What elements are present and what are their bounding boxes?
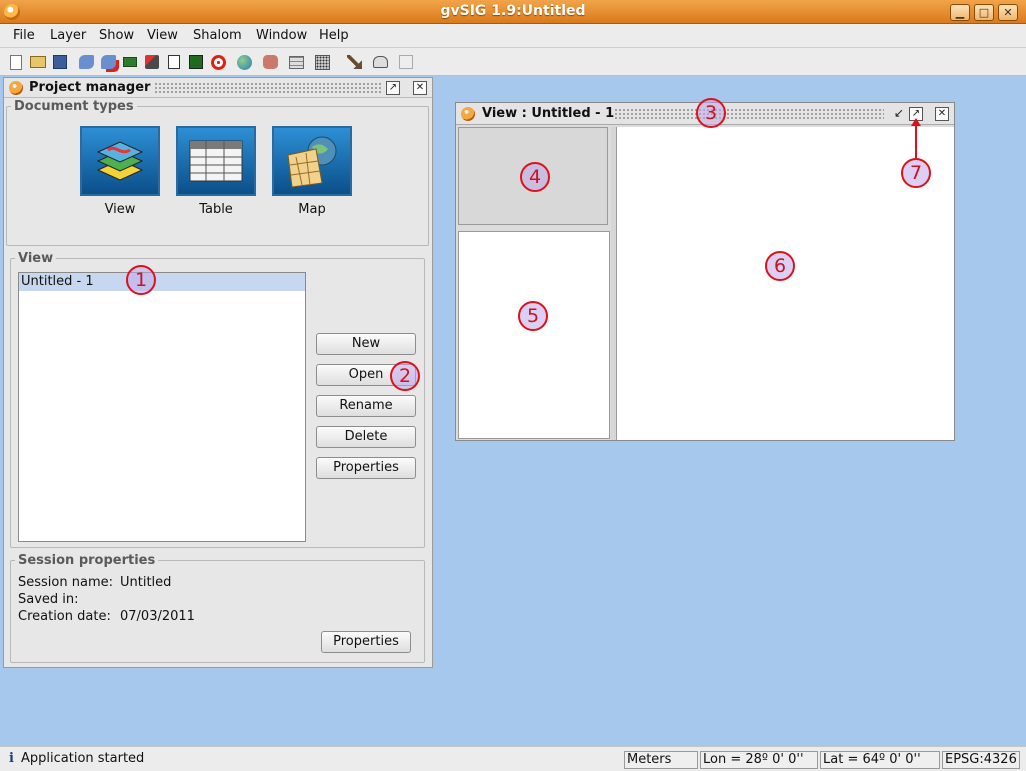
- add-layer-icon[interactable]: [76, 52, 96, 72]
- tools-icon[interactable]: [260, 52, 280, 72]
- view-document-list[interactable]: Untitled - 1: [18, 272, 306, 542]
- brush-icon[interactable]: [142, 52, 162, 72]
- target-icon[interactable]: [208, 52, 228, 72]
- saved-in-row: Saved in:: [18, 592, 79, 607]
- doc-type-view[interactable]: View: [80, 126, 160, 217]
- callout-5: 5: [518, 301, 548, 331]
- gvsig-logo-icon: [461, 107, 475, 121]
- saved-in-label: Saved in:: [18, 592, 79, 607]
- map-doc-icon: [272, 126, 352, 196]
- minimize-button[interactable]: ▁: [950, 4, 970, 21]
- callout-7: 7: [901, 158, 931, 188]
- creation-date-value: 07/03/2011: [120, 609, 195, 624]
- menu-layer[interactable]: Layer: [50, 28, 86, 43]
- maximize-button[interactable]: □: [974, 4, 994, 21]
- menu-bar: File Layer Show View Shalom Window Help: [0, 24, 1026, 48]
- session-properties-legend: Session properties: [18, 553, 156, 568]
- menu-view[interactable]: View: [147, 28, 178, 43]
- units-readout: Meters: [624, 751, 698, 769]
- project-manager-header[interactable]: Project manager ↗ ✕: [4, 78, 432, 98]
- new-project-icon[interactable]: [6, 52, 26, 72]
- menu-window[interactable]: Window: [256, 28, 307, 43]
- callout-1: 1: [126, 265, 156, 295]
- info-icon: i: [9, 751, 14, 766]
- view-window-title: View : Untitled - 1: [482, 106, 615, 121]
- remove-layer-icon[interactable]: [98, 52, 118, 72]
- open-project-icon[interactable]: [28, 52, 48, 72]
- creation-date-row: Creation date: 07/03/2011: [18, 609, 195, 624]
- status-bar: i Application started Meters Lon = 28º 0…: [0, 746, 1026, 771]
- view-documents-legend: View: [18, 251, 54, 266]
- delete-button[interactable]: Delete: [316, 426, 416, 448]
- close-panel-icon[interactable]: ✕: [413, 81, 427, 95]
- rename-button[interactable]: Rename: [316, 395, 416, 417]
- grid-icon[interactable]: [312, 52, 332, 72]
- doc-type-table[interactable]: Table: [176, 126, 256, 217]
- menu-shalom[interactable]: Shalom: [193, 28, 242, 43]
- menu-file[interactable]: File: [13, 28, 35, 43]
- creation-date-label: Creation date:: [18, 609, 111, 624]
- edit-icon[interactable]: [164, 52, 184, 72]
- minimize-icon: ▁: [955, 6, 965, 19]
- session-properties-button[interactable]: Properties: [321, 631, 411, 653]
- preview-icon[interactable]: [370, 52, 390, 72]
- project-manager-title: Project manager: [29, 80, 151, 95]
- window-title: gvSIG 1.9:Untitled: [440, 3, 586, 19]
- callout-arrow: [911, 118, 921, 158]
- close-view-icon[interactable]: ✕: [935, 107, 949, 121]
- shrink-icon[interactable]: ↙: [892, 107, 906, 121]
- terminal-icon[interactable]: [186, 52, 206, 72]
- close-window-button[interactable]: ✕: [998, 4, 1018, 21]
- callout-3: 3: [696, 98, 726, 128]
- session-name-value: Untitled: [120, 575, 172, 590]
- document-types-legend: Document types: [14, 99, 134, 114]
- panel-drag-grip[interactable]: [154, 82, 382, 94]
- callout-6: 6: [765, 251, 795, 281]
- latitude-readout: Lat = 64º 0' 0'': [820, 751, 940, 769]
- properties-button[interactable]: Properties: [316, 457, 416, 479]
- window-drag-grip[interactable]: [614, 108, 884, 120]
- gvsig-logo-icon: [9, 81, 23, 95]
- save-project-icon[interactable]: [50, 52, 70, 72]
- doc-type-map-label: Map: [298, 202, 326, 217]
- maximize-icon: □: [978, 6, 990, 19]
- session-name-row: Session name: Untitled: [18, 575, 171, 590]
- undock-icon[interactable]: ↗: [386, 81, 400, 95]
- list-item[interactable]: Untitled - 1: [19, 273, 305, 291]
- window-titlebar[interactable]: gvSIG 1.9:Untitled ▁ □ ✕: [0, 0, 1026, 24]
- longitude-readout: Lon = 28º 0' 0'': [700, 751, 818, 769]
- new-button[interactable]: New: [316, 333, 416, 355]
- projection-readout: EPSG:4326: [942, 751, 1020, 769]
- extension-icon[interactable]: [120, 52, 140, 72]
- session-name-label: Session name:: [18, 575, 113, 590]
- doc-type-table-label: Table: [199, 202, 233, 217]
- globe-icon[interactable]: [234, 52, 254, 72]
- export-icon[interactable]: [396, 52, 416, 72]
- view-window: View : Untitled - 1 ↙ ↗ ✕: [455, 102, 955, 441]
- status-message: Application started: [21, 751, 145, 766]
- callout-2: 2: [390, 361, 420, 391]
- callout-4: 4: [520, 162, 550, 192]
- table-of-contents-pane[interactable]: [458, 231, 610, 439]
- doc-type-view-label: View: [104, 202, 136, 217]
- toolbar: [0, 48, 1026, 76]
- menu-help[interactable]: Help: [319, 28, 349, 43]
- hammer-icon[interactable]: [344, 52, 364, 72]
- table-icon[interactable]: [286, 52, 306, 72]
- view-doc-icon: [80, 126, 160, 196]
- doc-type-map[interactable]: Map: [272, 126, 352, 217]
- table-doc-icon: [176, 126, 256, 196]
- close-icon: ✕: [1003, 6, 1013, 19]
- menu-show[interactable]: Show: [99, 28, 134, 43]
